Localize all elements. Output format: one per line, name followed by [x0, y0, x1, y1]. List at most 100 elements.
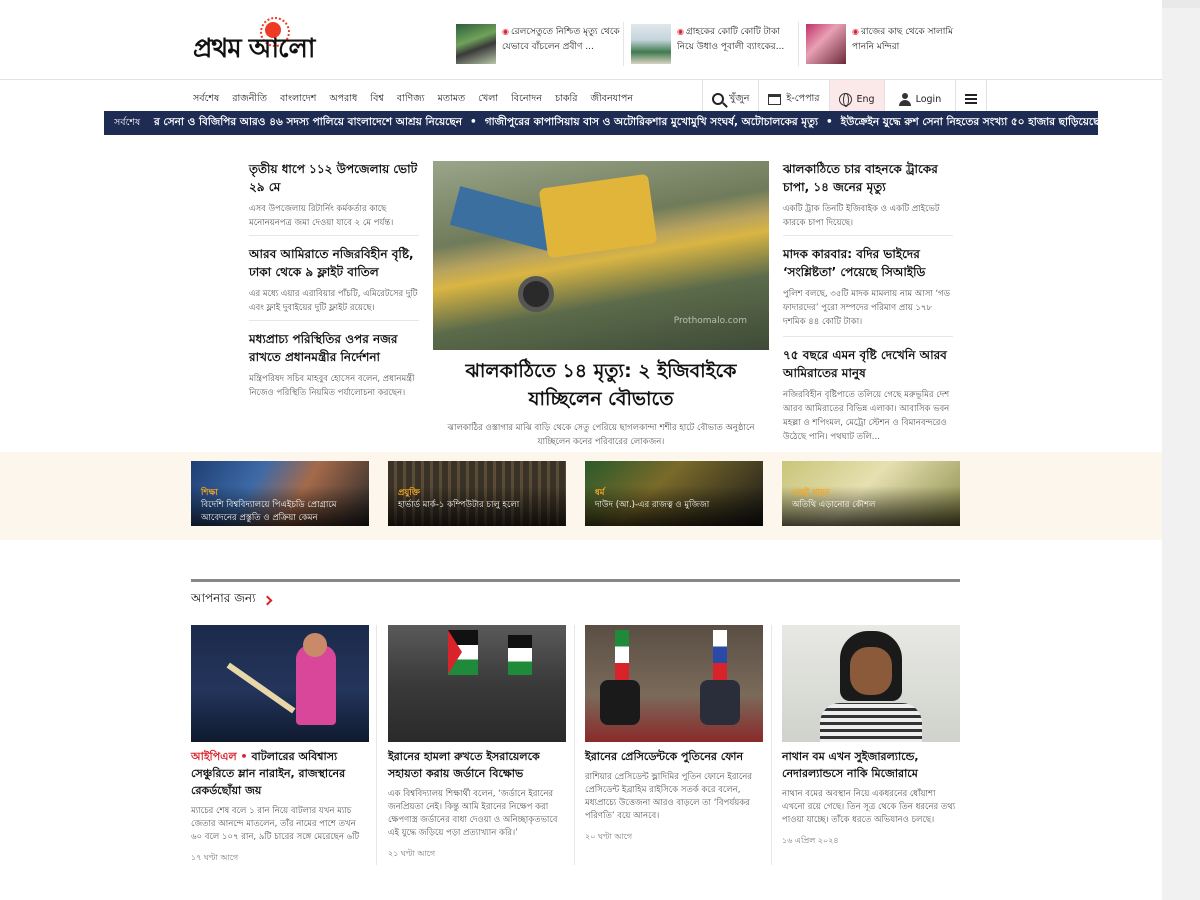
left-story[interactable]: তৃতীয় ধাপে ১১২ উপজেলায় ভোট ২৯ মে এসব উ…	[249, 160, 419, 236]
nav-item-entertainment[interactable]: বিনোদন	[511, 92, 542, 107]
ticker-item[interactable]: গাজীপুরের কাপাসিয়ায় বাস ও অটোরিকশার মু…	[485, 116, 818, 128]
feature-card[interactable]: প্রযুক্তি হার্ভার্ড মার্ক-১ কম্পিউটার চা…	[388, 461, 566, 526]
nav-item-lifestyle[interactable]: জীবনযাপন	[590, 92, 633, 107]
nav-item-opinion[interactable]: মতামত	[438, 92, 466, 107]
story-title[interactable]: ঝালকাঠিতে চার বাহনকে ট্রাকের চাপা, ১৪ জন…	[783, 160, 953, 196]
feature-category: প্রযুক্তি	[398, 488, 420, 498]
card-image[interactable]	[191, 625, 369, 742]
lead-image-truck	[538, 173, 658, 259]
nav-item-latest[interactable]: সর্বশেষ	[193, 92, 219, 107]
ticker-items: র সেনা ও বিজিপির আরও ৪৬ সদস্য পালিয়ে বা…	[154, 115, 1098, 132]
feature-category: একটু থামুন	[792, 488, 830, 498]
story-summary: পুলিশ বলছে, ৩৫টি মাদক মামলায় নাম আসা ‘গ…	[783, 289, 951, 327]
headline-text: গ্রাহকের কোটি কোটি টাকা নিয়ে উধাও পূবাল…	[677, 27, 785, 52]
nav-item-bangladesh[interactable]: বাংলাদেশ	[280, 92, 316, 107]
logo-text: প্রথম আলো	[193, 34, 315, 64]
breaking-ticker: সর্বশেষ র সেনা ও বিজিপির আরও ৪৬ সদস্য পা…	[104, 111, 1098, 135]
feature-title[interactable]: বিদেশি বিশ্ববিদ্যালয়ে পিএইচডি প্রোগ্রাম…	[201, 499, 366, 525]
left-story[interactable]: আরব আমিরাতে নজিরবিহীন বৃষ্টি, ঢাকা থেকে …	[249, 245, 419, 321]
right-story[interactable]: মাদক কারবার: বদির ভাইদের ‘সংশ্লিষ্টতা’ প…	[783, 245, 953, 337]
card-summary: এক বিশ্ববিদ্যালয় শিক্ষার্থী বলেন, ‘জর্ড…	[388, 789, 558, 838]
menu-icon	[965, 94, 978, 104]
feature-band	[0, 452, 1162, 540]
feature-card[interactable]: ধর্ম দাউদ (আ.)-এর রাজত্ব ও মুজিজা	[585, 461, 763, 526]
story-summary: নজিরবিহীন বৃষ্টিপাতে তলিয়ে গেছে মরুভূমি…	[783, 390, 950, 442]
feature-title[interactable]: দাউদ (আ.)-এর রাজত্ব ও মুজিজা	[595, 499, 760, 512]
ticker-item[interactable]: র সেনা ও বিজিপির আরও ৪৬ সদস্য পালিয়ে বা…	[154, 116, 462, 128]
lead-summary: ঝালকাঠির ওস্তাগার মাঝি বাড়ি থেকে সেতু প…	[447, 423, 755, 447]
feature-card[interactable]: একটু থামুন অতিথি এড়ানোর কৌশল	[782, 461, 960, 526]
story-title[interactable]: আরব আমিরাতে নজিরবিহীন বৃষ্টি, ঢাকা থেকে …	[249, 245, 419, 281]
feature-title[interactable]: অতিথি এড়ানোর কৌশল	[792, 499, 957, 512]
nav-item-business[interactable]: বাণিজ্য	[397, 92, 425, 107]
feature-card[interactable]: শিক্ষা বিদেশি বিশ্ববিদ্যালয়ে পিএইচডি প্…	[191, 461, 369, 526]
feature-category: ধর্ম	[595, 488, 605, 498]
header-headline[interactable]: ◉ রাজের কাছ থেকে সালামি পাননি মন্দিরা	[806, 22, 974, 66]
card-kicker: আইপিএল •	[191, 750, 248, 763]
story-summary: এর মধ্যে এয়ার এরাবিয়ার পাঁচটি, এমিরেটস…	[249, 289, 418, 313]
headline-thumbnail	[631, 24, 671, 64]
headline-text: রাজের কাছ থেকে সালামি পাননি মন্দিরা	[852, 27, 953, 52]
news-card[interactable]: নাথান বম এখন সুইজারল্যান্ডে, নেদারল্যান্…	[782, 625, 960, 848]
story-summary: মন্ত্রিপরিষদ সচিব মাহবুব হোসেন বলেন, প্র…	[249, 374, 415, 398]
lead-image[interactable]: Prothomalo.com	[433, 161, 769, 350]
story-title[interactable]: মধ্যপ্রাচ্য পরিস্থিতির ওপর নজর রাখতে প্র…	[249, 330, 421, 366]
card-summary: ম্যাচের শেষ বলে ১ রান নিয়ে বাটলার যখন ম…	[191, 806, 360, 842]
epaper-icon	[768, 93, 782, 105]
nav-item-jobs[interactable]: চাকরি	[555, 92, 577, 107]
story-title[interactable]: ৭৫ বছরে এমন বৃষ্টি দেখেনি আরব আমিরাতের ম…	[783, 346, 953, 382]
card-title[interactable]: ইরানের প্রেসিডেন্টকে পুতিনের ফোন	[585, 748, 763, 765]
ticker-item[interactable]: ইউক্রেইন যুদ্ধে রুশ সেনা নিহতের সংখ্যা ৫…	[841, 116, 1098, 128]
ticker-separator: •	[826, 116, 833, 128]
story-summary: এসব উপজেলায় রিটার্নিং কর্মকর্তার কাছে ম…	[249, 204, 394, 228]
headline-text: রেলসেতুতে নিশ্চিত মৃত্যু থেকে যেভাবে বাঁ…	[502, 27, 620, 52]
card-image[interactable]	[585, 625, 763, 742]
story-title[interactable]: মাদক কারবার: বদির ভাইদের ‘সংশ্লিষ্টতা’ প…	[783, 245, 953, 281]
right-story[interactable]: ঝালকাঠিতে চার বাহনকে ট্রাকের চাপা, ১৪ জন…	[783, 160, 953, 236]
login-label: Login	[915, 93, 942, 105]
news-card[interactable]: আইপিএল • বাটলারের অবিশ্বাস্য সেঞ্চুরিতে …	[191, 625, 369, 865]
headline-thumbnail	[806, 24, 846, 64]
header-headlines: ◉ রেলসেতুতে নিশ্চিত মৃত্যু থেকে যেভাবে বা…	[456, 22, 966, 66]
card-title[interactable]: নাথান বম এখন সুইজারল্যান্ডে, নেদারল্যান্…	[782, 748, 960, 782]
story-summary: একটি ট্রাক তিনটি ইজিবাইক ও একটি প্রাইভেট…	[783, 204, 940, 228]
nav-item-politics[interactable]: রাজনীতি	[232, 92, 267, 107]
card-time: ২০ ঘণ্টা আগে	[585, 832, 633, 841]
card-time: ২১ ঘণ্টা আগে	[388, 849, 436, 858]
language-label: Eng	[856, 93, 875, 105]
epaper-label: ই-পেপার	[786, 92, 820, 104]
nav-item-sports[interactable]: খেলা	[478, 92, 498, 107]
lead-image-wheel	[518, 276, 554, 312]
right-story[interactable]: ৭৫ বছরে এমন বৃষ্টি দেখেনি আরব আমিরাতের ম…	[783, 346, 953, 444]
left-story[interactable]: মধ্যপ্রাচ্য পরিস্থিতির ওপর নজর রাখতে প্র…	[249, 330, 421, 400]
section-rule	[191, 579, 960, 582]
ticker-label: সর্বশেষ	[114, 117, 141, 128]
globe-icon	[838, 92, 852, 107]
news-card[interactable]: ইরানের হামলা রুখতে ইসরায়েলকে সহায়তা কর…	[388, 625, 566, 861]
live-dot-icon: ◉	[852, 27, 859, 36]
live-dot-icon: ◉	[502, 27, 509, 36]
site-logo[interactable]: প্রথম আলো	[193, 17, 363, 64]
section-title: আপনার জন্য	[191, 591, 256, 605]
card-time: ১৬ এপ্রিল ২০২৪	[782, 836, 839, 845]
feature-category: শিক্ষা	[201, 488, 218, 498]
search-label: খুঁজুন	[729, 92, 750, 104]
headline-thumbnail	[456, 24, 496, 64]
news-card[interactable]: ইরানের প্রেসিডেন্টকে পুতিনের ফোন রাশিয়া…	[585, 625, 763, 844]
nav-item-world[interactable]: বিশ্ব	[370, 92, 383, 107]
image-watermark: Prothomalo.com	[673, 316, 747, 326]
nav-item-crime[interactable]: অপরাধ	[329, 92, 357, 107]
story-title[interactable]: তৃতীয় ধাপে ১১২ উপজেলায় ভোট ২৯ মে	[249, 160, 419, 196]
page: প্রথম আলো ◉ রেলসেতুতে নিশ্চিত মৃত্যু থেকে…	[0, 0, 1162, 900]
card-time: ১৭ ঘণ্টা আগে	[191, 853, 239, 862]
for-you-heading[interactable]: আপনার জন্য	[191, 590, 273, 610]
card-title[interactable]: ইরানের হামলা রুখতে ইসরায়েলকে সহায়তা কর…	[388, 748, 566, 782]
card-image[interactable]	[782, 625, 960, 742]
feature-title[interactable]: হার্ভার্ড মার্ক-১ কম্পিউটার চালু হলো	[398, 499, 563, 512]
header-divider	[0, 79, 1162, 80]
card-image[interactable]	[388, 625, 566, 742]
lead-headline[interactable]: ঝালকাঠিতে ১৪ মৃত্যু: ২ ইজিবাইকে যাচ্ছিলে…	[433, 357, 769, 413]
header-headline[interactable]: ◉ গ্রাহকের কোটি কোটি টাকা নিয়ে উধাও পূবা…	[631, 22, 799, 66]
user-icon	[898, 92, 911, 106]
header-headline[interactable]: ◉ রেলসেতুতে নিশ্চিত মৃত্যু থেকে যেভাবে বা…	[456, 22, 624, 66]
